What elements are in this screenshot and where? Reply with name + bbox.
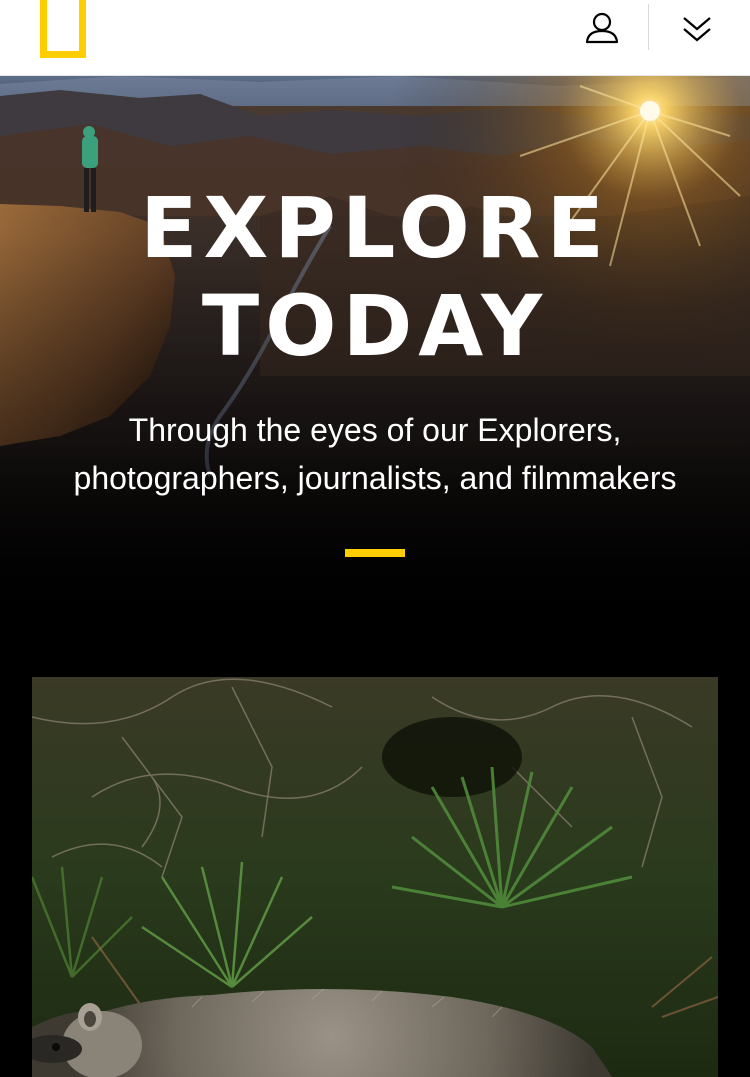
user-icon	[585, 12, 619, 44]
yellow-border-logo[interactable]	[40, 0, 86, 58]
yellow-divider	[345, 549, 405, 557]
hero-title-line-2: TODAY	[201, 277, 549, 375]
hero-title-line-1: EXPLORE	[140, 179, 610, 277]
hero-subtitle-line-1: Through the eyes of our Explorers,	[128, 412, 622, 448]
double-chevron-down-icon	[683, 17, 711, 42]
site-header	[0, 0, 750, 76]
hero-subtitle-line-2: photographers, journalists, and filmmake…	[73, 460, 677, 496]
hero-section: EXPLORE TODAY Through the eyes of our Ex…	[0, 76, 750, 636]
raccoon-in-palmetto-brush-photo	[32, 677, 718, 1077]
feature-card-image[interactable]	[32, 677, 718, 1077]
header-divider	[648, 4, 649, 50]
account-button[interactable]	[578, 6, 626, 50]
menu-button[interactable]	[672, 8, 722, 50]
